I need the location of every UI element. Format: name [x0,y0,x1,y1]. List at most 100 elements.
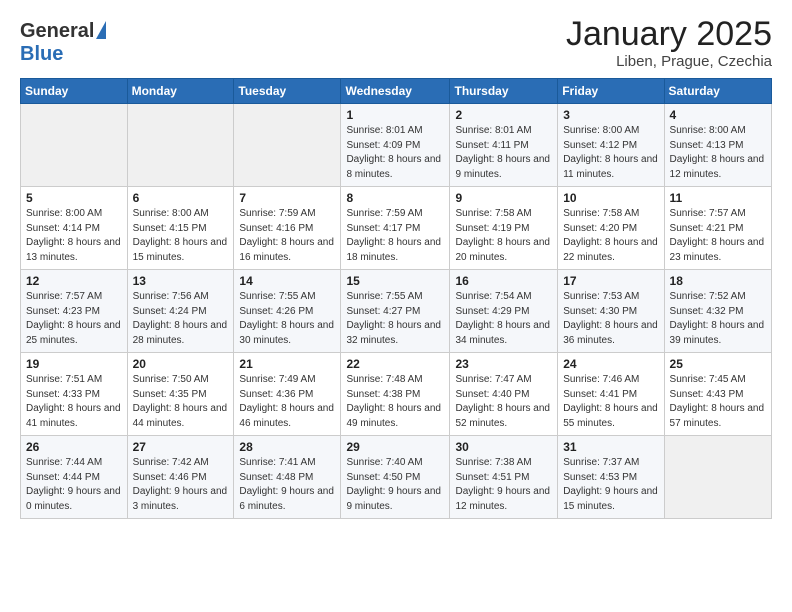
day-number: 21 [239,357,335,371]
day-info: Sunrise: 7:40 AMSunset: 4:50 PMDaylight:… [346,456,444,514]
day-cell: 5 Sunrise: 8:00 AMSunset: 4:14 PMDaylight… [21,187,128,270]
day-cell [21,104,128,187]
day-cell: 17 Sunrise: 7:53 AMSunset: 4:30 PMDayligh… [558,270,664,353]
day-number: 24 [563,357,658,371]
day-number: 29 [346,440,444,454]
day-cell [234,104,341,187]
week-row-2: 12Sunrise: 7:57 AMSunset: 4:23 PMDayligh… [21,270,772,353]
day-cell [664,436,771,519]
day-info: Sunrise: 8:00 AMSunset: 4:13 PMDaylight:… [670,124,766,182]
day-number: 26 [26,440,122,454]
day-cell: 21Sunrise: 7:49 AMSunset: 4:36 PMDayligh… [234,353,341,436]
day-cell: 19Sunrise: 7:51 AMSunset: 4:33 PMDayligh… [21,353,128,436]
weekday-tuesday: Tuesday [234,79,341,104]
day-cell: 2 Sunrise: 8:01 AMSunset: 4:11 PMDaylight… [450,104,558,187]
weekday-wednesday: Wednesday [341,79,450,104]
day-info: Sunrise: 7:59 AMSunset: 4:16 PMDaylight:… [239,207,335,265]
week-row-0: 1Sunrise: 8:01 AMSunset: 4:09 PMDaylight… [21,104,772,187]
day-number: 16 [455,274,552,288]
weekday-header-row: SundayMondayTuesdayWednesdayThursdayFrid… [21,79,772,104]
day-number: 30 [455,440,552,454]
logo-triangle-icon [96,21,106,39]
weekday-monday: Monday [127,79,234,104]
month-title: January 2025 [566,16,772,53]
weekday-friday: Friday [558,79,664,104]
day-number: 27 [133,440,229,454]
day-cell: 13Sunrise: 7:56 AMSunset: 4:24 PMDayligh… [127,270,234,353]
day-info: Sunrise: 7:46 AMSunset: 4:41 PMDaylight:… [563,373,658,431]
day-number: 28 [239,440,335,454]
day-cell: 18 Sunrise: 7:52 AMSunset: 4:32 PMDayligh… [664,270,771,353]
day-cell: 16 Sunrise: 7:54 AMSunset: 4:29 PMDayligh… [450,270,558,353]
logo-blue-text: Blue [20,43,63,66]
day-info: Sunrise: 7:50 AMSunset: 4:35 PMDaylight:… [133,373,229,431]
logo: General Blue [20,20,106,66]
day-info: Sunrise: 7:47 AMSunset: 4:40 PMDaylight:… [455,373,552,431]
day-info: Sunrise: 7:45 AMSunset: 4:43 PMDaylight:… [670,373,766,431]
day-cell: 9Sunrise: 7:58 AMSunset: 4:19 PMDaylight… [450,187,558,270]
weekday-saturday: Saturday [664,79,771,104]
day-cell: 26Sunrise: 7:44 AMSunset: 4:44 PMDayligh… [21,436,128,519]
day-info: Sunrise: 7:56 AMSunset: 4:24 PMDaylight:… [133,290,229,348]
day-cell: 30 Sunrise: 7:38 AMSunset: 4:51 PMDayligh… [450,436,558,519]
location: Liben, Prague, Czechia [566,53,772,70]
day-cell: 22 Sunrise: 7:48 AMSunset: 4:38 PMDayligh… [341,353,450,436]
day-info: Sunrise: 7:59 AMSunset: 4:17 PMDaylight:… [346,207,444,265]
day-number: 20 [133,357,229,371]
day-info: Sunrise: 7:57 AMSunset: 4:21 PMDaylight:… [670,207,766,265]
day-number: 17 [563,274,658,288]
day-info: Sunrise: 7:41 AMSunset: 4:48 PMDaylight:… [239,456,335,514]
day-info: Sunrise: 7:42 AMSunset: 4:46 PMDaylight:… [133,456,229,514]
logo-general-text: General [20,20,94,43]
day-cell: 3Sunrise: 8:00 AMSunset: 4:12 PMDaylight… [558,104,664,187]
day-cell: 10Sunrise: 7:58 AMSunset: 4:20 PMDayligh… [558,187,664,270]
day-number: 4 [670,108,766,122]
day-number: 2 [455,108,552,122]
day-info: Sunrise: 7:58 AMSunset: 4:20 PMDaylight:… [563,207,658,265]
day-number: 23 [455,357,552,371]
day-cell: 15 Sunrise: 7:55 AMSunset: 4:27 PMDayligh… [341,270,450,353]
day-info: Sunrise: 7:58 AMSunset: 4:19 PMDaylight:… [455,207,552,265]
day-cell: 14Sunrise: 7:55 AMSunset: 4:26 PMDayligh… [234,270,341,353]
day-cell: 31Sunrise: 7:37 AMSunset: 4:53 PMDayligh… [558,436,664,519]
title-block: January 2025 Liben, Prague, Czechia [566,16,772,70]
day-info: Sunrise: 7:55 AMSunset: 4:27 PMDaylight:… [346,290,444,348]
day-info: Sunrise: 7:55 AMSunset: 4:26 PMDaylight:… [239,290,335,348]
day-number: 19 [26,357,122,371]
day-info: Sunrise: 8:00 AMSunset: 4:15 PMDaylight:… [133,207,229,265]
weekday-sunday: Sunday [21,79,128,104]
day-info: Sunrise: 7:54 AMSunset: 4:29 PMDaylight:… [455,290,552,348]
week-row-3: 19Sunrise: 7:51 AMSunset: 4:33 PMDayligh… [21,353,772,436]
week-row-1: 5 Sunrise: 8:00 AMSunset: 4:14 PMDaylight… [21,187,772,270]
day-info: Sunrise: 8:01 AMSunset: 4:11 PMDaylight:… [455,124,552,182]
day-number: 8 [346,191,444,205]
calendar-table: SundayMondayTuesdayWednesdayThursdayFrid… [20,78,772,519]
day-info: Sunrise: 7:38 AMSunset: 4:51 PMDaylight:… [455,456,552,514]
day-cell: 6Sunrise: 8:00 AMSunset: 4:15 PMDaylight… [127,187,234,270]
day-cell: 8 Sunrise: 7:59 AMSunset: 4:17 PMDaylight… [341,187,450,270]
day-cell: 29 Sunrise: 7:40 AMSunset: 4:50 PMDayligh… [341,436,450,519]
day-cell: 20 Sunrise: 7:50 AMSunset: 4:35 PMDayligh… [127,353,234,436]
day-cell: 25 Sunrise: 7:45 AMSunset: 4:43 PMDayligh… [664,353,771,436]
day-number: 11 [670,191,766,205]
day-info: Sunrise: 7:52 AMSunset: 4:32 PMDaylight:… [670,290,766,348]
day-cell: 1Sunrise: 8:01 AMSunset: 4:09 PMDaylight… [341,104,450,187]
header: General Blue January 2025 Liben, Prague,… [20,16,772,70]
weekday-thursday: Thursday [450,79,558,104]
day-number: 22 [346,357,444,371]
day-info: Sunrise: 8:00 AMSunset: 4:14 PMDaylight:… [26,207,122,265]
day-info: Sunrise: 7:37 AMSunset: 4:53 PMDaylight:… [563,456,658,514]
day-number: 15 [346,274,444,288]
day-info: Sunrise: 7:48 AMSunset: 4:38 PMDaylight:… [346,373,444,431]
day-cell: 28 Sunrise: 7:41 AMSunset: 4:48 PMDayligh… [234,436,341,519]
day-cell: 23 Sunrise: 7:47 AMSunset: 4:40 PMDayligh… [450,353,558,436]
day-number: 3 [563,108,658,122]
day-number: 18 [670,274,766,288]
day-number: 25 [670,357,766,371]
week-row-4: 26Sunrise: 7:44 AMSunset: 4:44 PMDayligh… [21,436,772,519]
day-number: 12 [26,274,122,288]
day-info: Sunrise: 7:53 AMSunset: 4:30 PMDaylight:… [563,290,658,348]
day-cell: 4 Sunrise: 8:00 AMSunset: 4:13 PMDaylight… [664,104,771,187]
day-number: 5 [26,191,122,205]
day-info: Sunrise: 8:01 AMSunset: 4:09 PMDaylight:… [346,124,444,182]
